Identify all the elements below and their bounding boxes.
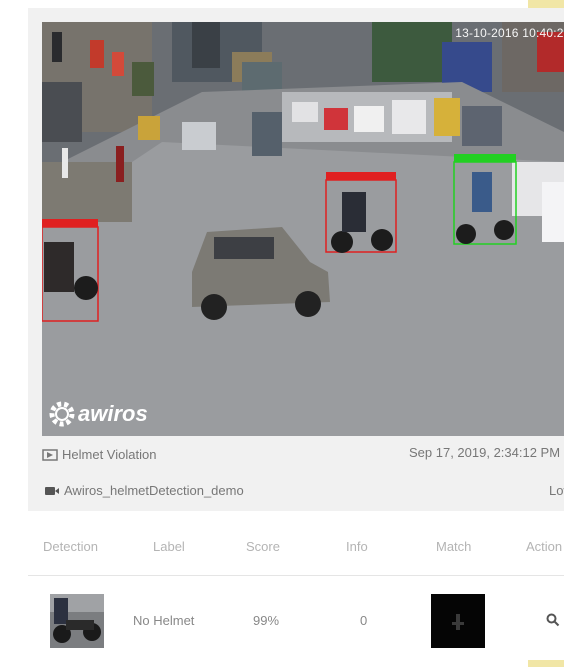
row-info: 0 [360,613,368,628]
video-frame[interactable]: 13-10-2016 10:40:29 FRI awiros [42,22,564,436]
header-divider [28,575,564,576]
gear-icon [46,398,82,430]
header-label: Label [153,539,185,554]
row-label: No Helmet [133,613,195,628]
search-icon[interactable] [546,613,560,630]
header-detection: Detection [43,539,98,554]
event-type-row: Helmet Violation [42,447,156,462]
event-datetime: Sep 17, 2019, 2:34:12 PM [409,445,561,460]
detections-table: Detection Label Score Info Match Action … [28,511,564,660]
header-score: Score [246,539,280,554]
camera-icon [44,485,60,497]
row-score: 99% [253,613,280,628]
match-thumbnail[interactable] [431,594,485,648]
table-row: No Helmet 99% 0 [28,583,564,655]
header-info: Info [346,539,368,554]
priority-level: Low [549,483,564,498]
detection-thumbnail[interactable] [50,594,104,648]
header-match: Match [436,539,472,554]
video-timestamp: 13-10-2016 10:40:29 FRI [455,26,564,40]
video-frame-icon [42,448,58,461]
camera-name: Awiros_helmetDetection_demo [64,483,244,498]
header-action: Action [526,539,563,554]
event-type: Helmet Violation [62,447,157,462]
awiros-logo: awiros [46,398,148,430]
camera-row: Awiros_helmetDetection_demo [44,483,244,498]
event-card: 13-10-2016 10:40:29 FRI awiros Helmet Vi… [28,8,564,660]
logo-text: awiros [78,401,148,426]
traffic-scene [42,22,564,436]
